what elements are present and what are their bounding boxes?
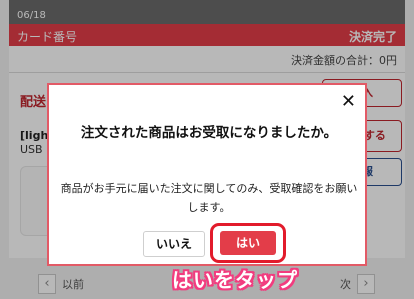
dialog-title: 注文された商品はお受取になりましたか。 — [80, 125, 338, 141]
yes-button[interactable]: はい — [220, 231, 276, 255]
close-icon[interactable]: ✕ — [341, 93, 356, 111]
no-button[interactable]: いいえ — [143, 231, 205, 257]
tap-instruction-annotation: はいをタップ — [172, 268, 298, 292]
yes-button-highlight: はい — [210, 223, 286, 263]
receipt-confirm-dialog: ✕ 注文された商品はお受取になりましたか。 商品がお手元に届いた注文に関してのみ… — [47, 83, 367, 266]
dialog-message: 商品がお手元に届いた注文に関してのみ、受取確認をお願いします。 — [60, 182, 358, 214]
